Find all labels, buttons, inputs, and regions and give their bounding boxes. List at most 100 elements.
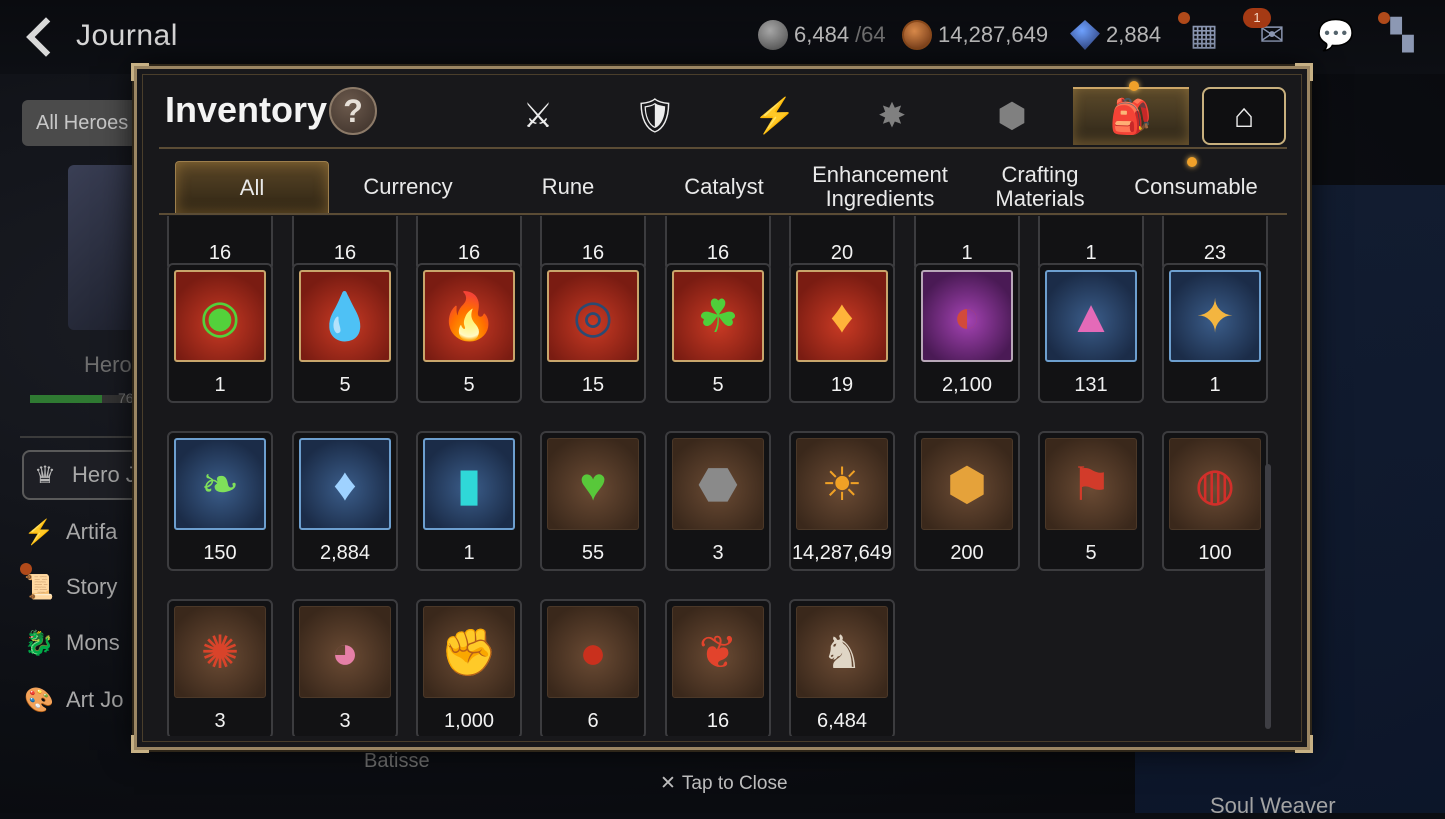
inventory-item[interactable]: ♦2,884 xyxy=(292,431,398,571)
inventory-item[interactable]: ❦16 xyxy=(665,599,771,736)
item-count: 16 xyxy=(418,242,520,265)
nav-label: Hero J xyxy=(72,462,137,488)
gold-hexagon-icon: ⬢ xyxy=(921,438,1013,530)
skystone-value: 2,884 xyxy=(1106,22,1161,48)
nav-artifacts[interactable]: ⚡ Artifa xyxy=(22,507,147,557)
hero-name-batisse: Batisse xyxy=(364,750,430,773)
shop-icon[interactable]: ▦ xyxy=(1182,16,1226,56)
item-count: 15 xyxy=(542,374,644,397)
red-banner-icon: ⚑ xyxy=(1045,438,1137,530)
subtab-enhancement-ingredients[interactable]: Enhancement Ingredients xyxy=(805,161,955,213)
nav-story[interactable]: 📜 Story xyxy=(22,562,147,612)
nav-monsters[interactable]: 🐉 Mons xyxy=(22,618,147,668)
inventory-item[interactable]: ☀14,287,649 xyxy=(789,431,895,571)
green-gem-icon: ◉ xyxy=(174,270,266,362)
scrollbar[interactable] xyxy=(1265,464,1271,729)
gold-resource[interactable]: 14,287,649 xyxy=(902,20,1048,50)
subtab-rune[interactable]: Rune xyxy=(493,161,643,213)
item-count: 16 xyxy=(542,242,644,265)
crossed-swords-shield-icon: 🛡 xyxy=(633,96,676,136)
stamina-horse-icon: ♞ xyxy=(796,606,888,698)
tab-items[interactable]: 🎒 xyxy=(1073,87,1189,145)
divider xyxy=(159,213,1287,215)
inventory-item[interactable]: ◉1 xyxy=(167,263,273,403)
notification-dot xyxy=(1378,12,1390,24)
tab-equipment[interactable]: ⚔ xyxy=(480,87,596,145)
item-count: 3 xyxy=(294,710,396,733)
stamina-value: 6,484 xyxy=(794,22,849,48)
inventory-item[interactable]: ⬢ 200 xyxy=(914,431,1020,571)
item-count: 5 xyxy=(418,374,520,397)
chat-icon[interactable]: 💬 xyxy=(1314,16,1358,56)
lightning-icon: ⚡ xyxy=(22,518,56,547)
inventory-item[interactable]: ☘5 xyxy=(665,263,771,403)
hero-progress-value: 76 xyxy=(118,390,134,406)
inventory-item[interactable]: ◕3 xyxy=(292,599,398,736)
inventory-item[interactable]: ✊1,000 xyxy=(416,599,522,736)
item-count: 6,484 xyxy=(791,710,893,733)
knight-shield-icon: ⚔ xyxy=(523,96,553,136)
all-heroes-filter[interactable]: All Heroes xyxy=(22,100,142,146)
page-title: Journal xyxy=(76,19,178,53)
nav-label: Artifa xyxy=(66,519,117,545)
notification-dot xyxy=(1187,157,1197,167)
subtab-label: Rune xyxy=(542,175,595,199)
skystone-resource[interactable]: 2,884 xyxy=(1070,20,1161,50)
dark-ring-icon: ◐ xyxy=(921,270,1013,362)
inventory-item[interactable]: ♥55 xyxy=(540,431,646,571)
item-grid[interactable]: 1616161616201123◉1💧5🔥5◎15☘5♦19◐2,100▲131… xyxy=(159,216,1287,736)
inventory-item[interactable]: ◎15 xyxy=(540,263,646,403)
inventory-item[interactable]: ●6 xyxy=(540,599,646,736)
nav-art-journal[interactable]: 🎨 Art Jo xyxy=(22,675,147,725)
subtab-label: Consumable xyxy=(1134,175,1258,199)
subtab-label: Catalyst xyxy=(684,175,763,199)
subtab-all[interactable]: All xyxy=(175,161,329,213)
clover-charm-icon: ☘ xyxy=(672,270,764,362)
inventory-item[interactable]: ❧150 xyxy=(167,431,273,571)
item-count: 14,287,649 xyxy=(791,542,893,565)
stamina-max: /64 xyxy=(855,22,886,48)
inventory-item[interactable]: ◐ 2,100 xyxy=(914,263,1020,403)
flame-crystal-icon: ♦ xyxy=(796,270,888,362)
inventory-item[interactable]: ✺3 xyxy=(167,599,273,736)
tab-materials[interactable]: ⬢ xyxy=(954,87,1070,145)
inventory-item[interactable]: ⚑5 xyxy=(1038,431,1144,571)
inventory-item[interactable]: ♦19 xyxy=(789,263,895,403)
tab-artifacts[interactable]: ⚡ xyxy=(717,87,833,145)
backpack-icon: 🎒 xyxy=(1110,97,1152,137)
item-count: 1 xyxy=(418,542,520,565)
tab-gear[interactable]: 🛡 xyxy=(597,87,713,145)
tab-runes[interactable]: ✸ xyxy=(834,87,950,145)
stamina-resource[interactable]: 6,484/64 xyxy=(758,20,886,50)
skystone-icon xyxy=(1070,20,1100,50)
tab-storage[interactable]: ⌂ xyxy=(1202,87,1286,145)
inventory-item[interactable]: 💧5 xyxy=(292,263,398,403)
help-button[interactable]: ? xyxy=(329,87,377,135)
stamina-icon xyxy=(758,20,788,50)
inventory-item[interactable]: ✦1 xyxy=(1162,263,1268,403)
inventory-item[interactable]: ⬣3 xyxy=(665,431,771,571)
robot-drone-icon: ◕ xyxy=(299,606,391,698)
item-count: 1 xyxy=(169,374,271,397)
item-count: 100 xyxy=(1164,542,1266,565)
inventory-item[interactable]: ♞ 6,484 xyxy=(789,599,895,736)
leaf-icon: ❧ xyxy=(174,438,266,530)
back-arrow-icon[interactable] xyxy=(22,14,62,60)
item-count: 16 xyxy=(667,242,769,265)
inventory-item[interactable]: 🔥5 xyxy=(416,263,522,403)
subtab-crafting-materials[interactable]: Crafting Materials xyxy=(965,161,1115,213)
tap-to-close-button[interactable]: ✕ Tap to Close xyxy=(660,772,788,795)
subtab-catalyst[interactable]: Catalyst xyxy=(649,161,799,213)
inventory-item[interactable]: ▲131 xyxy=(1038,263,1144,403)
nav-label: Story xyxy=(66,574,117,600)
nav-hero-journal[interactable]: ♛ Hero J xyxy=(22,450,147,500)
item-count: 1 xyxy=(1040,242,1142,265)
inventory-item[interactable]: ◍100 xyxy=(1162,431,1268,571)
subtab-consumable[interactable]: Consumable xyxy=(1121,161,1271,213)
subtab-currency[interactable]: Currency xyxy=(333,161,483,213)
item-count: 3 xyxy=(667,542,769,565)
mail-badge: 1 xyxy=(1243,8,1271,28)
item-count: 200 xyxy=(916,542,1018,565)
inventory-item[interactable]: ▮1 xyxy=(416,431,522,571)
item-count: 2,100 xyxy=(916,374,1018,397)
